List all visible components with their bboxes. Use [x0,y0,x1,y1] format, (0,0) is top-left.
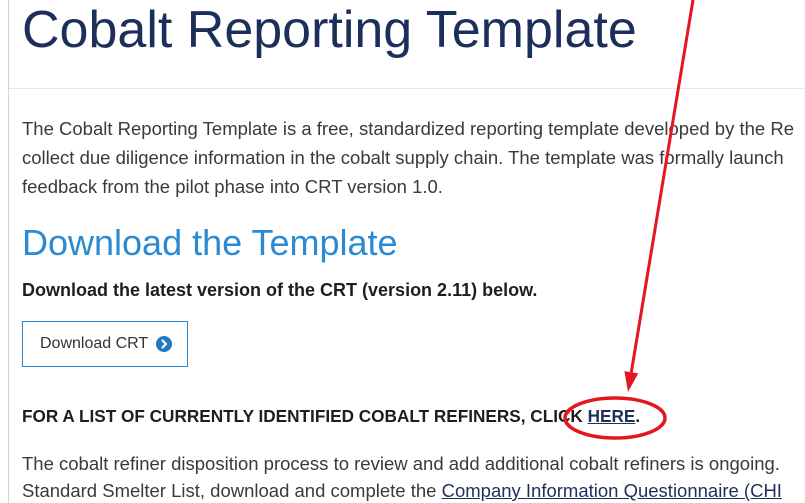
download-heading: Download the Template [22,222,398,263]
left-border-line [8,0,9,503]
disposition-line-2-text: Standard Smelter List, download and comp… [22,480,442,501]
refiners-period: . [635,406,641,426]
intro-line-1: The Cobalt Reporting Template is a free,… [22,118,794,139]
header-divider [9,88,805,89]
company-information-questionnaire-link[interactable]: Company Information Questionnaire (CHI [442,480,782,501]
refiners-here-link[interactable]: HERE [588,406,636,426]
refiners-text: FOR A LIST OF CURRENTLY IDENTIFIED COBAL… [22,406,588,426]
chevron-right-circle-icon [156,336,173,352]
red-pointer-arrowhead [624,371,639,392]
page: Cobalt Reporting Template The Cobalt Rep… [0,0,805,503]
intro-line-3: feedback from the pilot phase into CRT v… [22,176,443,197]
download-crt-label: Download CRT [40,335,149,352]
download-instruction: Download the latest version of the CRT (… [22,280,538,300]
disposition-line-2: Standard Smelter List, download and comp… [22,480,805,502]
page-title: Cobalt Reporting Template [22,1,637,59]
intro-line-2: collect due diligence information in the… [22,147,784,168]
download-crt-button[interactable]: Download CRT [22,321,188,367]
refiners-notice: FOR A LIST OF CURRENTLY IDENTIFIED COBAL… [22,405,640,427]
disposition-line-1: The cobalt refiner disposition process t… [22,453,780,474]
